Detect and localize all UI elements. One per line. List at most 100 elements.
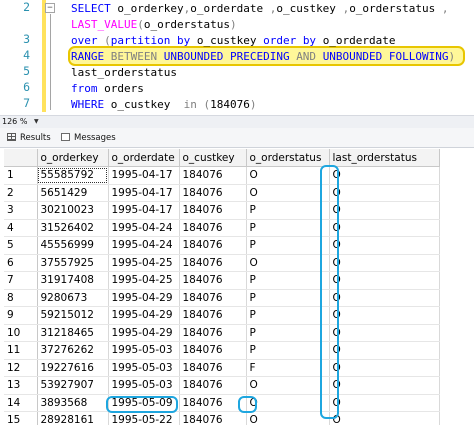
cell-o-orderkey[interactable]: 59215012 bbox=[37, 306, 109, 325]
cell-o-orderstatus[interactable]: O bbox=[246, 254, 330, 272]
column-header-o-orderstatus[interactable]: o_orderstatus bbox=[246, 149, 330, 167]
cell-last-orderstatus[interactable]: O bbox=[329, 219, 440, 237]
cell-last-orderstatus[interactable]: O bbox=[329, 254, 440, 272]
table-row[interactable]: 13 53927907 1995-05-03 184076 O O bbox=[4, 376, 440, 395]
cell-o-orderstatus[interactable]: F bbox=[246, 359, 330, 377]
cell-o-orderdate[interactable]: 1995-04-17 bbox=[108, 201, 180, 220]
cell-o-orderkey[interactable]: 37276262 bbox=[37, 341, 109, 360]
collapse-icon[interactable]: − bbox=[45, 3, 55, 13]
table-row[interactable]: 7 31917408 1995-04-25 184076 P O bbox=[4, 271, 440, 290]
cell-o-orderstatus[interactable]: P bbox=[246, 289, 330, 307]
cell-o-custkey[interactable]: 184076 bbox=[179, 201, 247, 220]
table-row[interactable]: 9 59215012 1995-04-29 184076 P O bbox=[4, 306, 440, 325]
cell-o-orderkey[interactable]: 19227616 bbox=[37, 359, 109, 377]
cell-last-orderstatus[interactable]: O bbox=[329, 411, 440, 425]
cell-o-orderstatus[interactable]: O bbox=[246, 376, 330, 395]
cell-o-orderkey[interactable]: 55585792 bbox=[37, 166, 109, 185]
cell-o-orderstatus[interactable]: P bbox=[246, 271, 330, 290]
row-number[interactable]: 4 bbox=[4, 219, 38, 237]
row-number-header[interactable] bbox=[4, 149, 38, 167]
cell-o-orderkey[interactable]: 31218465 bbox=[37, 324, 109, 342]
row-number[interactable]: 8 bbox=[4, 289, 38, 307]
cell-last-orderstatus[interactable]: O bbox=[329, 394, 440, 412]
cell-last-orderstatus[interactable]: O bbox=[329, 341, 440, 360]
cell-last-orderstatus[interactable]: O bbox=[329, 184, 440, 202]
code-line[interactable]: WHERE o_custkey in (184076) bbox=[71, 96, 256, 114]
zoom-level[interactable]: 126 % bbox=[2, 116, 27, 128]
cell-last-orderstatus[interactable]: O bbox=[329, 289, 440, 307]
cell-o-orderdate[interactable]: 1995-04-29 bbox=[108, 324, 180, 342]
cell-last-orderstatus[interactable]: O bbox=[329, 376, 440, 395]
row-number[interactable]: 12 bbox=[4, 359, 38, 377]
cell-last-orderstatus[interactable]: O bbox=[329, 324, 440, 342]
cell-o-orderdate[interactable]: 1995-04-17 bbox=[108, 166, 180, 185]
cell-o-custkey[interactable]: 184076 bbox=[179, 376, 247, 395]
cell-o-orderdate[interactable]: 1995-05-03 bbox=[108, 341, 180, 360]
cell-o-orderdate[interactable]: 1995-04-25 bbox=[108, 254, 180, 272]
table-row[interactable]: 4 31526402 1995-04-24 184076 P O bbox=[4, 219, 440, 237]
cell-o-orderstatus[interactable]: P bbox=[246, 236, 330, 255]
table-row[interactable]: 6 37557925 1995-04-25 184076 O O bbox=[4, 254, 440, 272]
cell-o-orderkey[interactable]: 31917408 bbox=[37, 271, 109, 290]
table-row[interactable]: 12 19227616 1995-05-03 184076 F O bbox=[4, 359, 440, 377]
row-number[interactable]: 10 bbox=[4, 324, 38, 342]
cell-o-orderkey[interactable]: 30210023 bbox=[37, 201, 109, 220]
cell-o-orderkey[interactable]: 31526402 bbox=[37, 219, 109, 237]
cell-o-orderdate[interactable]: 1995-05-22 bbox=[108, 411, 180, 425]
cell-o-orderstatus[interactable]: P bbox=[246, 341, 330, 360]
row-number[interactable]: 9 bbox=[4, 306, 38, 325]
cell-o-custkey[interactable]: 184076 bbox=[179, 289, 247, 307]
table-row[interactable]: 14 3893568 1995-05-09 184076 O O bbox=[4, 394, 440, 412]
cell-o-orderkey[interactable]: 5651429 bbox=[37, 184, 109, 202]
cell-o-orderstatus[interactable]: O bbox=[246, 166, 330, 185]
cell-o-orderstatus[interactable]: P bbox=[246, 201, 330, 220]
cell-last-orderstatus[interactable]: O bbox=[329, 359, 440, 377]
table-row[interactable]: 10 31218465 1995-04-29 184076 P O bbox=[4, 324, 440, 342]
table-row[interactable]: 15 28928161 1995-05-22 184076 O O bbox=[4, 411, 440, 425]
row-number[interactable]: 6 bbox=[4, 254, 38, 272]
cell-o-custkey[interactable]: 184076 bbox=[179, 324, 247, 342]
column-header-o-orderkey[interactable]: o_orderkey bbox=[37, 149, 109, 167]
tab-results[interactable]: Results bbox=[7, 129, 51, 147]
cell-o-orderkey[interactable]: 9280673 bbox=[37, 289, 109, 307]
cell-last-orderstatus[interactable]: O bbox=[329, 201, 440, 220]
cell-o-orderdate[interactable]: 1995-04-17 bbox=[108, 184, 180, 202]
cell-last-orderstatus[interactable]: O bbox=[329, 271, 440, 290]
cell-o-orderstatus[interactable]: O bbox=[246, 394, 330, 412]
cell-o-custkey[interactable]: 184076 bbox=[179, 219, 247, 237]
column-header-last-orderstatus[interactable]: last_orderstatus bbox=[329, 149, 440, 167]
cell-last-orderstatus[interactable]: O bbox=[329, 166, 440, 185]
cell-o-custkey[interactable]: 184076 bbox=[179, 411, 247, 425]
cell-o-custkey[interactable]: 184076 bbox=[179, 254, 247, 272]
cell-last-orderstatus[interactable]: O bbox=[329, 236, 440, 255]
table-row[interactable]: 8 9280673 1995-04-29 184076 P O bbox=[4, 289, 440, 307]
column-header-o-orderdate[interactable]: o_orderdate bbox=[108, 149, 180, 167]
cell-o-orderdate[interactable]: 1995-04-29 bbox=[108, 306, 180, 325]
table-row[interactable]: 3 30210023 1995-04-17 184076 P O bbox=[4, 201, 440, 220]
cell-o-custkey[interactable]: 184076 bbox=[179, 359, 247, 377]
cell-o-custkey[interactable]: 184076 bbox=[179, 271, 247, 290]
table-row[interactable]: 11 37276262 1995-05-03 184076 P O bbox=[4, 341, 440, 360]
cell-o-custkey[interactable]: 184076 bbox=[179, 184, 247, 202]
table-row[interactable]: 2 5651429 1995-04-17 184076 O O bbox=[4, 184, 440, 202]
cell-o-orderkey[interactable]: 45556999 bbox=[37, 236, 109, 255]
cell-o-orderdate[interactable]: 1995-04-25 bbox=[108, 271, 180, 290]
cell-o-custkey[interactable]: 184076 bbox=[179, 166, 247, 185]
cell-o-orderkey[interactable]: 28928161 bbox=[37, 411, 109, 425]
cell-o-orderstatus[interactable]: P bbox=[246, 219, 330, 237]
chevron-down-icon[interactable]: ▼ bbox=[34, 116, 39, 128]
cell-o-orderkey[interactable]: 37557925 bbox=[37, 254, 109, 272]
row-number[interactable]: 5 bbox=[4, 236, 38, 255]
cell-last-orderstatus[interactable]: O bbox=[329, 306, 440, 325]
row-number[interactable]: 3 bbox=[4, 201, 38, 220]
cell-o-orderstatus[interactable]: P bbox=[246, 324, 330, 342]
row-number[interactable]: 7 bbox=[4, 271, 38, 290]
cell-o-custkey[interactable]: 184076 bbox=[179, 394, 247, 412]
row-number[interactable]: 14 bbox=[4, 394, 38, 412]
row-number[interactable]: 2 bbox=[4, 184, 38, 202]
cell-o-custkey[interactable]: 184076 bbox=[179, 236, 247, 255]
row-number[interactable]: 11 bbox=[4, 341, 38, 360]
cell-o-orderkey[interactable]: 53927907 bbox=[37, 376, 109, 395]
cell-o-orderdate[interactable]: 1995-05-03 bbox=[108, 376, 180, 395]
row-number[interactable]: 15 bbox=[4, 411, 38, 425]
